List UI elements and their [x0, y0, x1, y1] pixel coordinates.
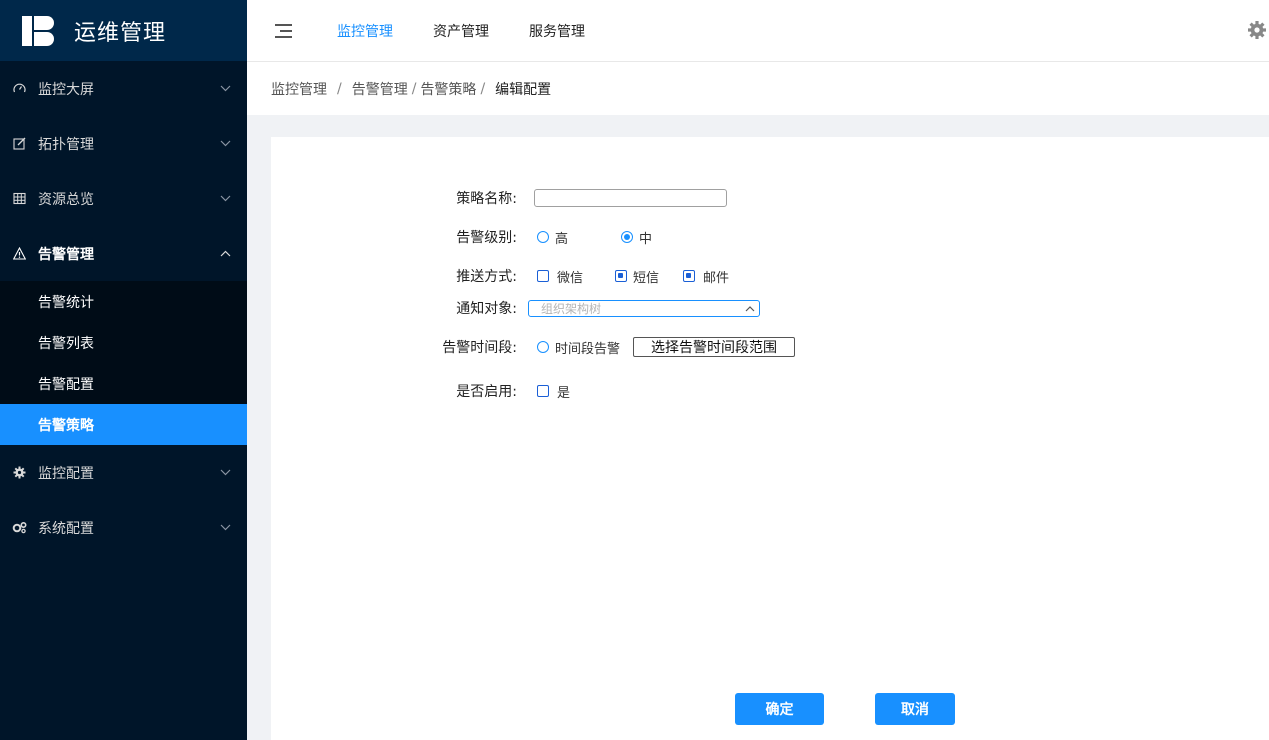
- row-alert-time: 告警时间段: 时间段告警 选择告警时间段范围: [436, 337, 796, 357]
- sidebar-item-label: 拓扑管理: [38, 136, 94, 153]
- breadcrumb-current: 编辑配置: [495, 81, 552, 98]
- sidebar-item-label: 系统配置: [38, 520, 94, 537]
- sidebar-menu: 监控大屏 拓扑管理 资源总览 告警管理 告警统计 告警列表 告警配置 告警策略 …: [0, 61, 247, 555]
- row-notify-target: 通知对象: 组织架构树: [451, 298, 760, 318]
- policy-name-label: 策略名称:: [456, 191, 517, 207]
- row-enable: 是否启用: 是: [451, 381, 570, 401]
- chevron-down-icon: [220, 192, 231, 205]
- notify-target-placeholder: 组织架构树: [541, 301, 602, 316]
- chevron-down-icon: [220, 82, 231, 95]
- sidebar-item-alert-policy[interactable]: 告警策略: [0, 404, 247, 445]
- enable-text: 是: [557, 385, 571, 401]
- policy-name-input[interactable]: [534, 189, 727, 207]
- push-sms-text: 短信: [633, 270, 660, 286]
- checkbox-box: [615, 270, 628, 282]
- breadcrumb-separator: /: [411, 80, 417, 97]
- top-header: 监控管理 资产管理 服务管理: [247, 0, 1269, 62]
- menu-fold-icon[interactable]: [275, 21, 295, 41]
- chevron-down-icon: [220, 521, 231, 534]
- level-medium-text: 中: [639, 231, 653, 247]
- row-push-method: 推送方式: 微信 短信 邮件: [451, 266, 729, 286]
- push-method-label: 推送方式:: [456, 269, 517, 285]
- sidebar: 运维管理 监控大屏 拓扑管理 资源总览 告警管理 告警统计 告警列表 告警配置 …: [0, 0, 247, 740]
- nav-services[interactable]: 服务管理: [529, 21, 585, 41]
- select-time-range-button[interactable]: 选择告警时间段范围: [633, 337, 796, 357]
- nav-monitor[interactable]: 监控管理: [337, 21, 393, 41]
- sidebar-item-monitor-config[interactable]: 监控配置: [0, 445, 247, 500]
- alert-time-label: 告警时间段:: [442, 340, 517, 356]
- sidebar-item-resources[interactable]: 资源总览: [0, 171, 247, 226]
- breadcrumb-item[interactable]: 告警策略: [420, 79, 476, 99]
- checkbox-box: [683, 270, 696, 282]
- table-icon: [11, 191, 27, 207]
- chevron-down-icon: [220, 466, 231, 479]
- app-title: 运维管理: [74, 20, 167, 46]
- chevron-up-icon: [745, 301, 755, 319]
- sidebar-item-topology[interactable]: 拓扑管理: [0, 116, 247, 171]
- sidebar-item-alert-stats[interactable]: 告警统计: [0, 281, 247, 322]
- level-medium-radio[interactable]: 中: [621, 228, 652, 247]
- time-range-text: 时间段告警: [555, 341, 621, 357]
- push-wechat-text: 微信: [557, 270, 584, 286]
- row-alert-level: 告警级别: 高 中: [451, 227, 652, 247]
- sidebar-item-monitor-screen[interactable]: 监控大屏: [0, 61, 247, 116]
- settings-gear-icon[interactable]: [1247, 20, 1267, 40]
- level-high-radio[interactable]: 高: [537, 228, 568, 247]
- notify-target-select[interactable]: 组织架构树: [528, 299, 760, 319]
- time-range-radio[interactable]: 时间段告警: [537, 338, 620, 357]
- confirm-button[interactable]: 确定: [735, 693, 824, 725]
- radio-circle: [621, 231, 634, 243]
- gears-icon: [11, 520, 27, 536]
- alert-submenu: 告警统计 告警列表 告警配置 告警策略: [0, 281, 247, 445]
- edit-form-panel: 策略名称: 告警级别: 高 中 推送方式: 微信 短信 邮件 通知对象: 组织架…: [271, 137, 1269, 740]
- checkbox-box: [537, 385, 549, 397]
- dashboard-icon: [11, 81, 27, 97]
- breadcrumb-item[interactable]: 告警管理: [352, 79, 408, 99]
- radio-circle: [537, 341, 549, 353]
- breadcrumb-separator: /: [480, 80, 486, 97]
- warning-icon: [11, 246, 27, 262]
- sidebar-item-label: 监控配置: [38, 465, 94, 482]
- enable-checkbox[interactable]: 是: [537, 382, 570, 401]
- breadcrumb-separator: /: [337, 80, 342, 97]
- row-policy-name: 策略名称:: [451, 188, 727, 208]
- sidebar-item-system-config[interactable]: 系统配置: [0, 500, 247, 555]
- logo-icon: [22, 15, 54, 46]
- cancel-button[interactable]: 取消: [875, 693, 955, 725]
- push-sms-checkbox[interactable]: 短信: [615, 267, 659, 286]
- edit-icon: [11, 136, 27, 152]
- sidebar-item-label: 资源总览: [38, 191, 94, 208]
- logo[interactable]: 运维管理: [0, 0, 247, 61]
- sidebar-item-alert-list[interactable]: 告警列表: [0, 322, 247, 363]
- checkbox-box: [537, 270, 549, 282]
- breadcrumb: 监控管理 / 告警管理 / 告警策略 / 编辑配置: [247, 62, 1269, 115]
- sidebar-item-label: 监控大屏: [38, 81, 94, 98]
- level-high-text: 高: [555, 231, 569, 247]
- nav-assets[interactable]: 资产管理: [433, 21, 489, 41]
- push-wechat-checkbox[interactable]: 微信: [537, 267, 583, 286]
- alert-submenu-wrapper: 告警统计 告警列表 告警配置 告警策略: [0, 281, 247, 445]
- sidebar-item-alerts[interactable]: 告警管理: [0, 226, 247, 281]
- radio-circle: [537, 231, 549, 243]
- notify-target-label: 通知对象:: [456, 301, 517, 317]
- alert-level-label: 告警级别:: [456, 230, 517, 246]
- chevron-up-icon: [220, 247, 231, 260]
- push-email-text: 邮件: [703, 270, 730, 286]
- chevron-down-icon: [220, 137, 231, 150]
- gear-icon: [11, 465, 27, 481]
- push-email-checkbox[interactable]: 邮件: [683, 267, 729, 286]
- top-nav: 监控管理 资产管理 服务管理: [337, 21, 625, 41]
- breadcrumb-item[interactable]: 监控管理: [271, 79, 327, 99]
- enable-label: 是否启用:: [456, 384, 517, 400]
- sidebar-item-alert-config[interactable]: 告警配置: [0, 363, 247, 404]
- sidebar-item-label: 告警管理: [38, 246, 94, 263]
